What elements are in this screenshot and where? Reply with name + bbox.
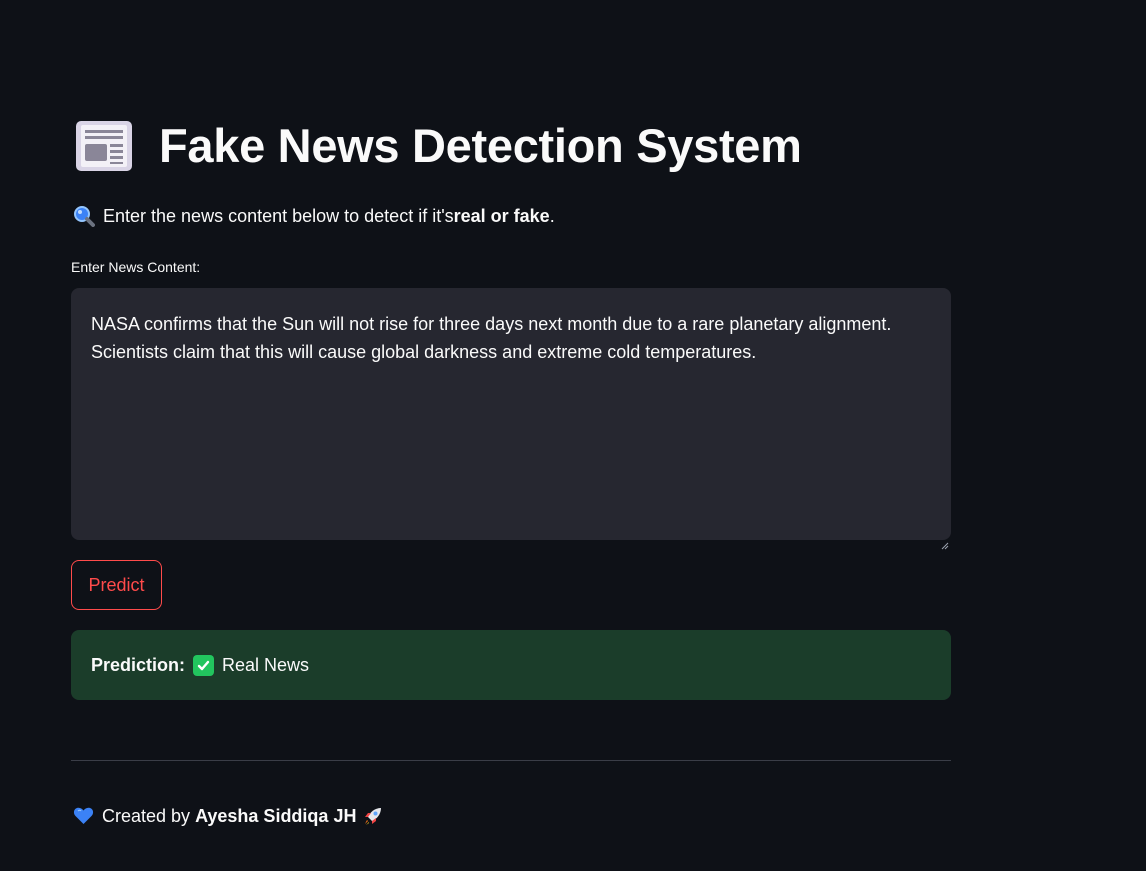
intro-prefix: Enter the news content below to detect i… xyxy=(103,205,454,226)
blue-heart-icon xyxy=(73,806,94,826)
intro-suffix: . xyxy=(549,205,555,226)
footer-credit: Created by Ayesha Siddiqa JH xyxy=(73,805,384,827)
predict-button[interactable]: Predict xyxy=(71,560,162,610)
prediction-value: Real News xyxy=(222,654,310,675)
divider xyxy=(71,760,951,761)
prediction-label: Prediction: xyxy=(91,654,186,675)
intro-text: Enter the news content below to detect i… xyxy=(73,205,555,227)
prediction-result: Prediction: Real News xyxy=(71,630,951,700)
magnifier-icon xyxy=(73,205,95,227)
intro-emphasis: real or fake xyxy=(453,205,550,226)
page-header: Fake News Detection System xyxy=(75,118,802,173)
footer-prefix: Created by xyxy=(102,805,191,826)
news-content-value[interactable]: NASA confirms that the Sun will not rise… xyxy=(91,314,891,362)
news-content-textarea[interactable]: NASA confirms that the Sun will not rise… xyxy=(71,288,951,550)
page-title: Fake News Detection System xyxy=(159,119,802,172)
resize-handle-icon[interactable] xyxy=(941,530,949,550)
newspaper-icon xyxy=(75,120,133,172)
footer-author: Ayesha Siddiqa JH xyxy=(195,805,357,826)
check-icon xyxy=(193,654,215,676)
rocket-icon xyxy=(362,805,384,827)
news-content-label: Enter News Content: xyxy=(71,259,201,275)
